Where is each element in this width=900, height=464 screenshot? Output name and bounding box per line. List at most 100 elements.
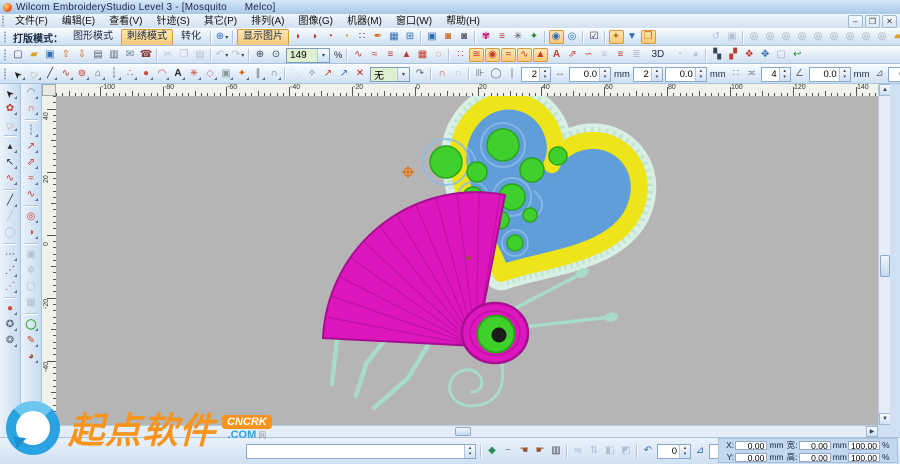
show-picture-button[interactable]: 显示图片	[237, 29, 289, 45]
spinner[interactable]: ▴▾	[599, 67, 610, 81]
menu-item[interactable]: 编辑(E)	[55, 16, 102, 27]
scale-y-field[interactable]: 100.00	[847, 452, 880, 462]
delete-x-icon[interactable]: ✕	[353, 67, 368, 81]
field-value[interactable]: 0.0	[570, 68, 599, 81]
scroll-right-button[interactable]: ▶	[866, 426, 878, 437]
field-value[interactable]: 0.0	[810, 68, 839, 81]
arc-pen-icon[interactable]: ◠	[24, 86, 39, 100]
select-white-icon[interactable]: ➤	[3, 118, 18, 132]
portrait-dark-icon[interactable]: ◙	[457, 30, 472, 44]
spinner[interactable]: ▴▾	[650, 67, 662, 81]
spinner[interactable]: ▴▾	[838, 67, 850, 81]
digitize-area-icon[interactable]: ⌂	[91, 67, 106, 81]
portrait-orange-icon[interactable]: ◙	[441, 30, 456, 44]
mirror-v-icon[interactable]: ◩	[619, 444, 634, 458]
leaf-hatch-icon[interactable]: ◑	[307, 30, 322, 44]
parallel-tool-icon[interactable]: ∥	[251, 67, 266, 81]
grid-icon[interactable]: ▦	[387, 30, 402, 44]
density-field[interactable]: 4 ▴ ▾	[760, 66, 791, 82]
stitch-points-icon[interactable]: ∷	[355, 30, 370, 44]
point-select-icon[interactable]: ▴	[3, 140, 18, 154]
menu-item[interactable]: 文件(F)	[8, 16, 55, 27]
leaf-solid-icon[interactable]: ◗	[291, 30, 306, 44]
vertical-scrollbar[interactable]: ▲ ▼	[878, 84, 891, 425]
close-button[interactable]: ✕	[882, 15, 897, 28]
toggle-on-icon[interactable]: ◉	[548, 30, 564, 44]
email-icon[interactable]: ✉	[123, 48, 138, 62]
back-green-icon[interactable]: ↩	[790, 48, 805, 62]
diamond-tool-icon[interactable]: ◇	[203, 67, 218, 81]
spacing2-icon[interactable]: ≍	[744, 67, 759, 81]
field-value[interactable]: 0	[658, 445, 679, 458]
nodes-icon[interactable]: ⋰	[3, 264, 18, 278]
toggle-off-icon[interactable]: ◎	[565, 30, 580, 44]
hoop-template-icon[interactable]: ◎	[827, 30, 842, 44]
lettering-red-icon[interactable]: A	[549, 48, 564, 62]
new-icon[interactable]: ▢	[11, 48, 26, 62]
quarter-dis-icon[interactable]: ◔	[672, 48, 687, 62]
menu-item[interactable]: 图像(G)	[292, 16, 340, 27]
wand-icon[interactable]: ✧	[305, 67, 320, 81]
hoop-globe-icon[interactable]: ⊕ ▾	[215, 30, 230, 44]
person-green-icon[interactable]: ✦	[527, 30, 542, 44]
height-value-field[interactable]: 0.00	[798, 452, 831, 462]
skew-icon[interactable]: ⊿	[693, 444, 708, 458]
path-red-icon[interactable]: ↗	[321, 67, 336, 81]
spinner[interactable]: ▴▾	[679, 444, 690, 458]
stitch-fill-icon[interactable]: ▲	[399, 48, 414, 62]
connect-machine-icon[interactable]: ☎	[139, 48, 154, 62]
effect-curl-icon[interactable]: ∿	[516, 48, 532, 62]
horizontal-scrollbar[interactable]: ◀ ▶	[42, 425, 878, 437]
cut-icon[interactable]: ✂	[161, 48, 176, 62]
stitch-grid-icon[interactable]: ▦	[415, 48, 430, 62]
mirror-h-icon[interactable]: ◧	[603, 444, 618, 458]
quarter2-dis-icon[interactable]: ◕	[688, 48, 703, 62]
save-icon[interactable]: ▣	[43, 48, 58, 62]
flower-icon[interactable]: ✾	[479, 30, 494, 44]
print-preview-icon[interactable]: ▥	[107, 48, 122, 62]
rotate-ccw-icon[interactable]: ↶	[641, 444, 656, 458]
hoop-template-icon[interactable]: ◎	[811, 30, 826, 44]
horizontal-scroll-thumb[interactable]	[455, 427, 471, 436]
paste-icon[interactable]: ▤	[193, 48, 208, 62]
hoop-template-icon[interactable]: ◎	[843, 30, 858, 44]
embroidery-design[interactable]	[56, 96, 878, 425]
zoom-level-combo[interactable]: 149 ▾	[286, 47, 330, 63]
square-gray-icon[interactable]: ▣	[24, 248, 39, 262]
stitch-motif-icon[interactable]: ◌	[431, 48, 446, 62]
pen-icon[interactable]: ╱	[3, 194, 18, 208]
effect-sphere-icon[interactable]: ◉	[484, 48, 500, 62]
red-list-icon[interactable]: ≡	[613, 48, 628, 62]
select-flower-icon[interactable]: ✿	[3, 102, 18, 116]
menu-item[interactable]: 机器(M)	[340, 16, 389, 27]
outline-box-icon[interactable]: ▣	[219, 67, 234, 81]
pull-comp-field[interactable]: 0.0 ▴ ▾	[808, 66, 851, 82]
figure-tool-icon[interactable]: ✦	[235, 67, 250, 81]
spinner[interactable]: ▴▾	[539, 67, 550, 81]
arc-tool-icon[interactable]: ◠	[155, 67, 170, 81]
select-arrow-icon[interactable]: ➤	[3, 86, 18, 100]
menu-item[interactable]: 窗口(W)	[389, 16, 439, 27]
stitch-edit-icon[interactable]: ∿	[3, 172, 18, 186]
menu-item[interactable]: 帮助(H)	[439, 16, 487, 27]
trim-icon[interactable]: −	[501, 444, 516, 458]
spinner[interactable]: ▴▾	[778, 67, 790, 81]
menu-item[interactable]: 排列(A)	[244, 16, 291, 27]
hand-right-icon[interactable]: ☛	[533, 444, 548, 458]
zoom-in-icon[interactable]: ⊕	[253, 48, 268, 62]
bridge-tool-icon[interactable]: ∩	[267, 67, 282, 81]
y-value-field[interactable]: 0.00	[735, 452, 768, 462]
pen-gray-icon[interactable]: ╱	[3, 210, 18, 224]
circle-tool-icon[interactable]: ●	[139, 67, 154, 81]
checker-blue-icon[interactable]: ▚	[710, 48, 725, 62]
leaf-gold-icon[interactable]: ◔	[339, 30, 354, 44]
squiggle-icon[interactable]: ≈	[24, 172, 39, 186]
arrow-red2-icon[interactable]: ⇗	[24, 156, 39, 170]
ball-brown-icon[interactable]: ◕	[24, 350, 39, 364]
stitch-count2-field[interactable]: 2 ▴ ▾	[632, 66, 663, 82]
arrow-seven-icon[interactable]: ⇗	[565, 48, 580, 62]
hoop-template-icon[interactable]: ◎	[859, 30, 874, 44]
path-blue-icon[interactable]: ↗	[337, 67, 352, 81]
view-3d-button[interactable]: 3D	[645, 47, 670, 63]
pen-red-icon[interactable]: ✎	[24, 334, 39, 348]
